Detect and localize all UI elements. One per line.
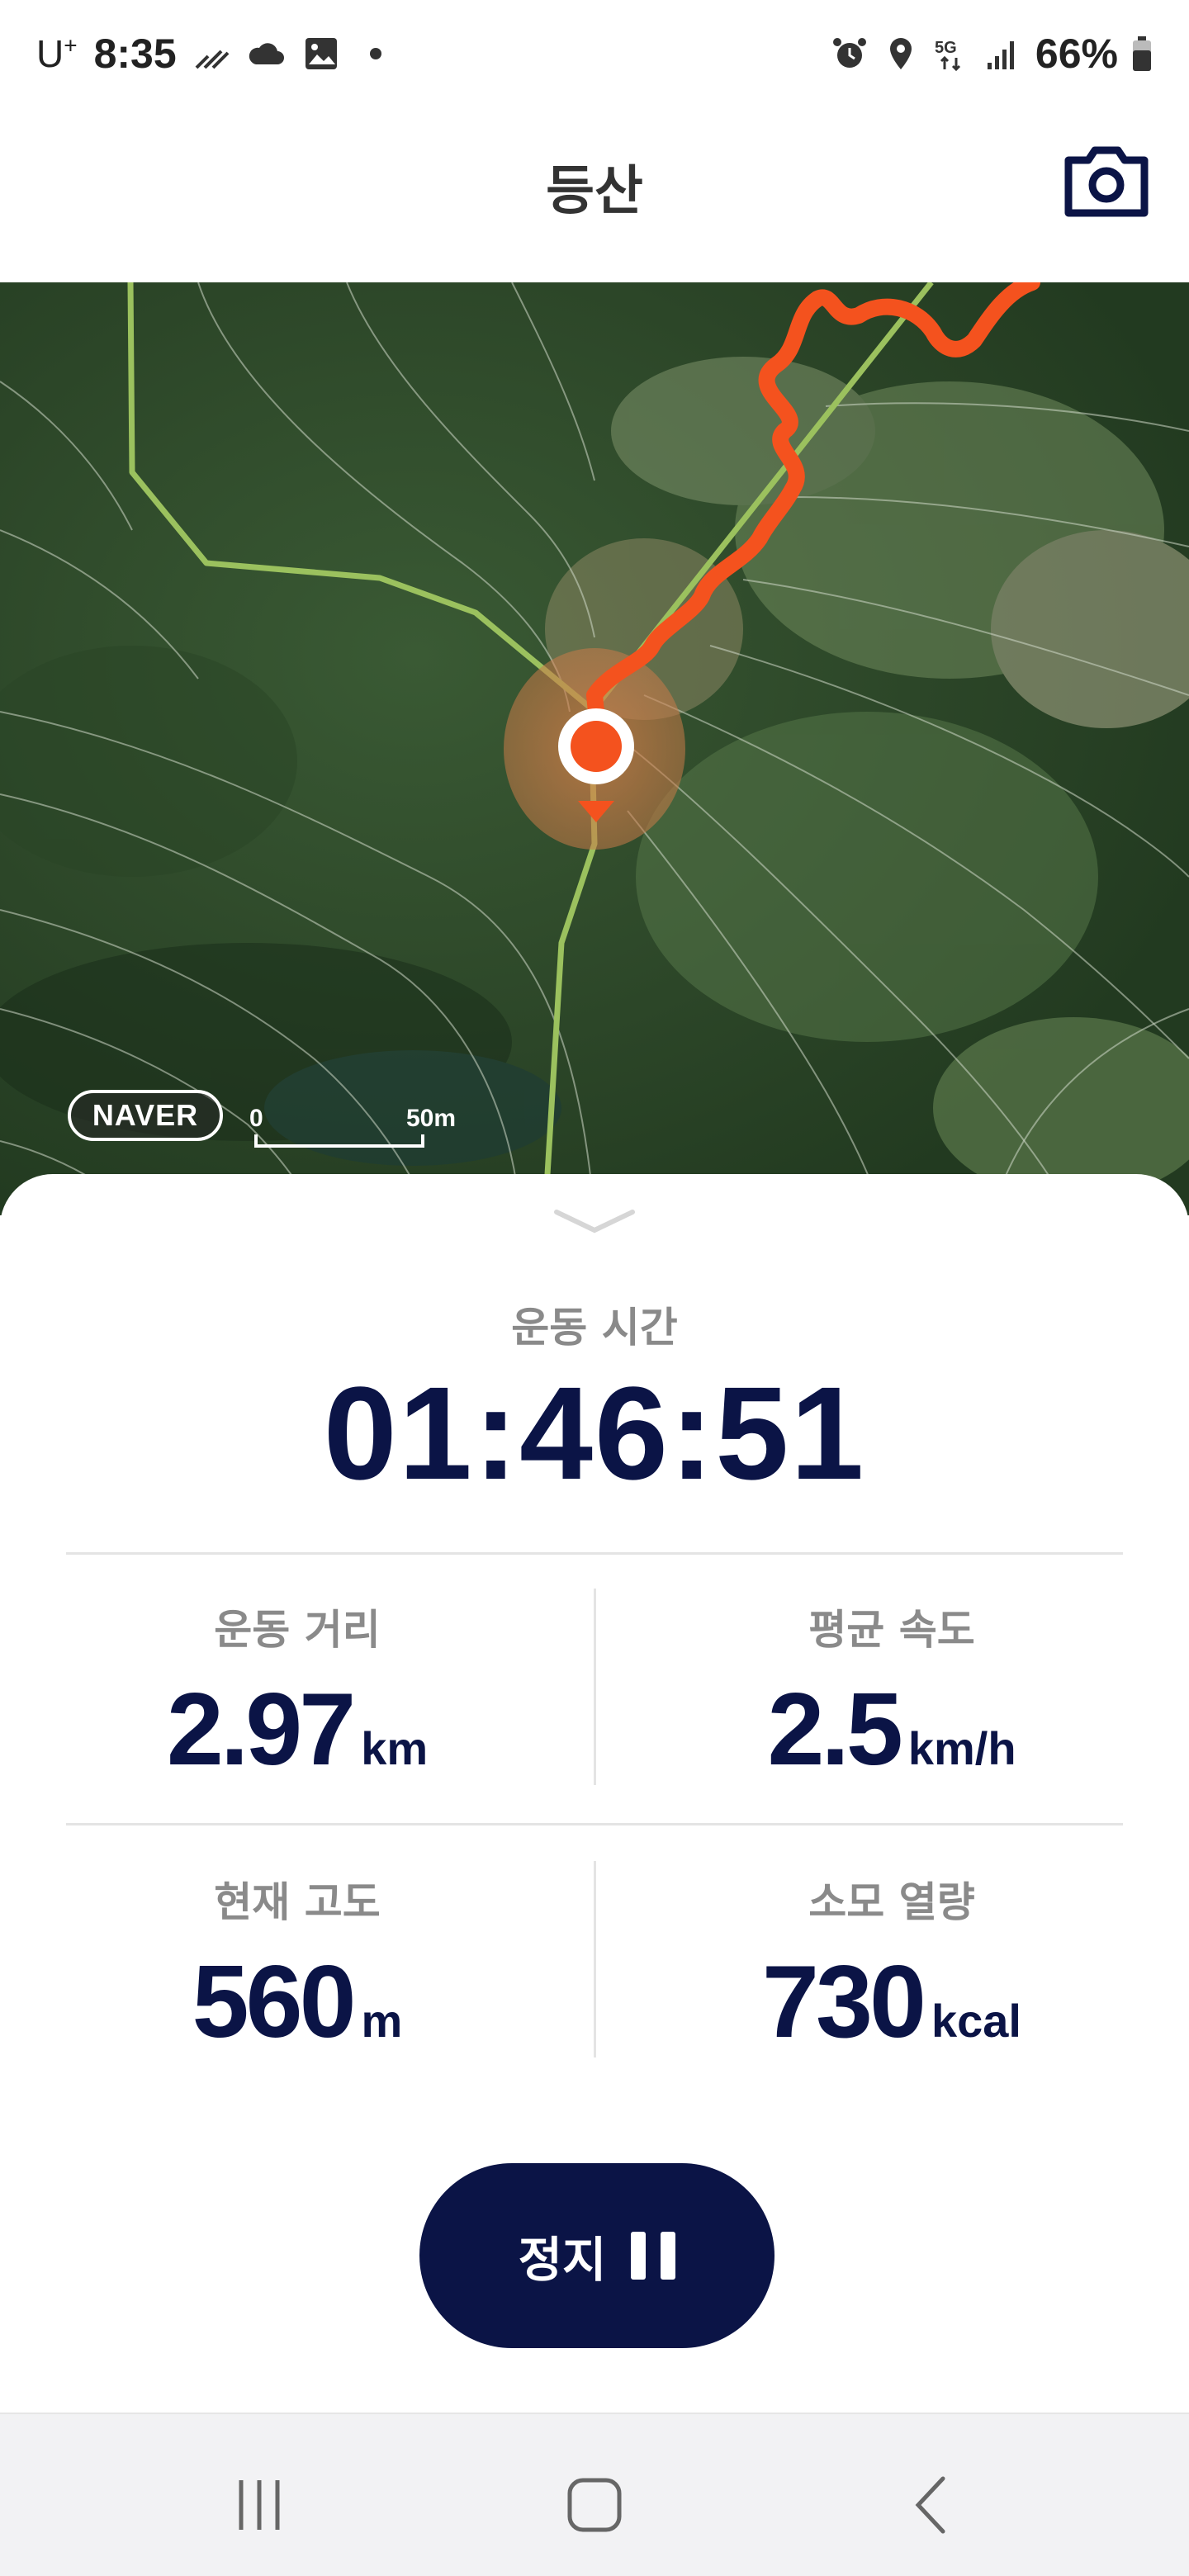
- naver-logo: NAVER: [68, 1090, 223, 1141]
- location-icon: [889, 38, 912, 69]
- scale-start-label: 0: [249, 1105, 263, 1132]
- stat-unit: km: [361, 1722, 429, 1774]
- camera-button[interactable]: [1063, 144, 1149, 218]
- page-title: 등산: [546, 161, 643, 222]
- stat-altitude: 현재 고도 560 m: [0, 1869, 594, 2061]
- chevron-down-icon[interactable]: [553, 1204, 636, 1237]
- stat-value: 560: [192, 1945, 357, 2059]
- status-bar-right: 5G 66%: [831, 30, 1153, 78]
- carrier-label: U+: [36, 32, 78, 75]
- clock: 8:35: [93, 31, 177, 77]
- map-scale: 0 50m: [249, 1105, 456, 1154]
- battery-percent: 66%: [1035, 31, 1118, 77]
- gallery-icon: [305, 38, 337, 69]
- map-view[interactable]: NAVER 0 50m: [0, 282, 1189, 1215]
- 5g-icon: 5G: [935, 39, 960, 72]
- signal-icon: [987, 41, 1014, 69]
- stat-value: 730: [762, 1945, 926, 2059]
- dot-icon: [369, 48, 381, 59]
- camera-icon: [1064, 146, 1149, 217]
- stat-unit: m: [361, 1995, 403, 2047]
- satellite-map: [0, 282, 1189, 1215]
- pause-icon: [631, 2232, 676, 2280]
- status-bar-left: U+ 8:35: [36, 30, 395, 78]
- stat-calories: 소모 열량 730 kcal: [594, 1869, 1189, 2061]
- back-icon[interactable]: [882, 2464, 981, 2546]
- status-bar: U+ 8:35 5G 66%: [0, 0, 1189, 107]
- svg-text:5G: 5G: [935, 39, 957, 57]
- stat-avg-speed: 평균 속도 2.5 km/h: [594, 1597, 1189, 1788]
- stat-distance: 운동 거리 2.97 km: [0, 1597, 594, 1788]
- app-header: 등산: [0, 107, 1189, 282]
- wifi-calling-icon: [195, 50, 230, 69]
- workout-sheet: 운동 시간 01:46:51 운동 거리 2.97 km 평균 속도 2.5 km/…: [0, 1174, 1189, 2413]
- stat-label: 현재 고도: [214, 1878, 381, 1926]
- system-nav-bar: [0, 2413, 1189, 2576]
- stat-value: 2.5: [767, 1673, 902, 1787]
- stop-button[interactable]: 정지: [419, 2163, 775, 2348]
- stat-label: 운동 거리: [214, 1606, 381, 1654]
- divider: [66, 1823, 1123, 1825]
- stop-button-label: 정지: [518, 2232, 607, 2288]
- scale-bar: [254, 1134, 424, 1148]
- stat-label: 소모 열량: [808, 1878, 975, 1926]
- stat-unit: kcal: [931, 1995, 1021, 2047]
- stat-value: 2.97: [166, 1673, 356, 1787]
- recents-icon[interactable]: [210, 2464, 309, 2546]
- stat-unit: km/h: [907, 1722, 1016, 1774]
- divider: [66, 1552, 1123, 1555]
- stat-label: 평균 속도: [808, 1606, 975, 1654]
- workout-time-label: 운동 시간: [511, 1304, 678, 1352]
- battery-icon: [1133, 36, 1151, 71]
- alarm-icon: [832, 38, 866, 68]
- home-icon[interactable]: [545, 2464, 644, 2546]
- cloud-icon: [249, 43, 284, 64]
- scale-end-label: 50m: [405, 1105, 456, 1132]
- workout-time-value: 01:46:51: [323, 1359, 866, 1507]
